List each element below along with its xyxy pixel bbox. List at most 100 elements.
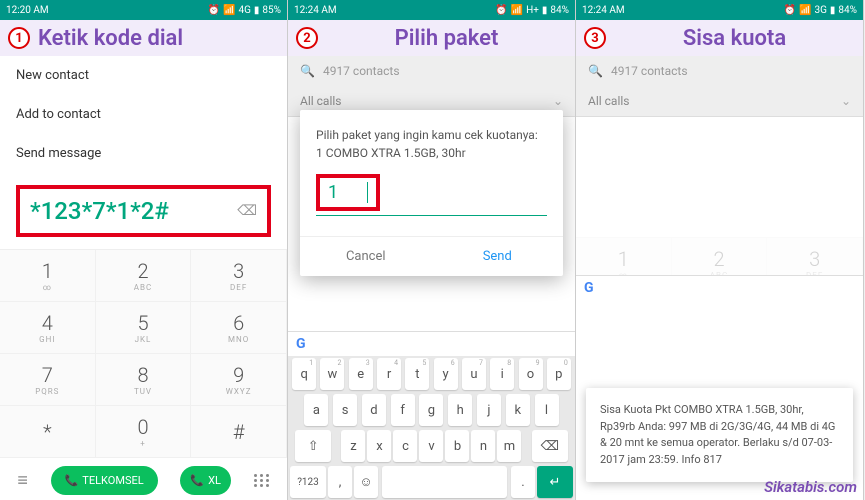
space-key[interactable] (382, 466, 507, 498)
key-c[interactable]: c (393, 430, 417, 462)
cancel-button[interactable]: Cancel (300, 237, 432, 276)
key-m[interactable]: m (497, 430, 521, 462)
key-r[interactable]: 4r (377, 358, 401, 390)
key-t[interactable]: 5t (405, 358, 429, 390)
network-label: 3G (814, 5, 826, 16)
dial-code: *123*7*1*2# (30, 197, 169, 225)
menu-add-contact[interactable]: Add to contact (0, 95, 287, 134)
key-l[interactable]: l (535, 394, 559, 426)
emoji-key[interactable]: ☺ (354, 466, 378, 498)
key-3[interactable]: 3DEF (191, 250, 287, 302)
search-icon: 🔍 (588, 64, 603, 78)
input-underline (316, 215, 547, 216)
alarm-icon: ⏰ (495, 5, 507, 16)
call-telkomsel-button[interactable]: 📞 TELKOMSEL (51, 466, 158, 495)
bottom-row: ≡ 📞 TELKOMSEL 📞 XL (0, 458, 287, 500)
key-d[interactable]: d (362, 394, 386, 426)
status-right: ⏰ 📶 4G ▮ 85% (208, 5, 281, 16)
battery-icon: ▮ (254, 5, 260, 16)
status-time: 12:20 AM (6, 5, 49, 16)
dialpad-toggle-icon[interactable] (254, 474, 270, 487)
battery-label: 85% (262, 5, 281, 16)
network-label: 4G (238, 5, 250, 16)
backspace-icon[interactable]: ⌫ (237, 203, 257, 219)
google-logo-icon: G (584, 280, 594, 296)
backspace-key[interactable]: ⌫ (532, 430, 568, 462)
title-text: Pilih paket (326, 26, 567, 51)
key-8[interactable]: 8TUV (96, 354, 192, 406)
filter-row[interactable]: All calls ⌄ (576, 86, 863, 117)
status-right: ⏰ 📶 H+ ▮ 84% (495, 5, 569, 16)
key-e[interactable]: 3e (349, 358, 373, 390)
battery-icon: ▮ (542, 5, 548, 16)
key-s[interactable]: s (333, 394, 357, 426)
key-0[interactable]: 0+ (96, 406, 192, 458)
status-time: 12:24 AM (582, 5, 625, 16)
key-*[interactable]: * (0, 406, 96, 458)
alarm-icon: ⏰ (784, 5, 796, 16)
panel-pilih-paket: 12:24 AM ⏰ 📶 H+ ▮ 84% 2 Pilih paket 🔍 49… (288, 0, 576, 500)
menu-icon[interactable]: ≡ (17, 470, 28, 491)
period-key[interactable]: . (511, 466, 535, 498)
key-y[interactable]: 6y (434, 358, 458, 390)
key-4[interactable]: 4GHI (0, 302, 96, 354)
menu-new-contact[interactable]: New contact (0, 56, 287, 95)
google-logo-icon: G (296, 336, 306, 352)
key-z[interactable]: z (341, 430, 365, 462)
send-button[interactable]: Send (432, 237, 564, 276)
dial-display: *123*7*1*2# ⌫ (16, 185, 271, 237)
key-o[interactable]: 9o (519, 358, 543, 390)
key-q[interactable]: 1q (292, 358, 316, 390)
status-time: 12:24 AM (294, 5, 337, 16)
key-v[interactable]: v (419, 430, 443, 462)
comma-key[interactable]: , (328, 466, 352, 498)
panel-sisa-kuota: 12:24 AM ⏰ 📶 3G ▮ 84% 3 Sisa kuota 🔍 491… (576, 0, 864, 500)
signal-icon: 📶 (511, 5, 523, 16)
key-w[interactable]: 2w (320, 358, 344, 390)
key-a[interactable]: a (304, 394, 328, 426)
key-5[interactable]: 5JKL (96, 302, 192, 354)
panel-dial: 12:20 AM ⏰ 📶 4G ▮ 85% 1 Ketik kode dial … (0, 0, 288, 500)
keypad: 1∞2ABC3DEF 4GHI5JKL6MNO 7PQRS8TUV9WXYZ *0+# (0, 249, 287, 458)
key-u[interactable]: 7u (462, 358, 486, 390)
key-i[interactable]: 8i (490, 358, 514, 390)
dialog-buttons: Cancel Send (300, 236, 563, 276)
key-9[interactable]: 9WXYZ (191, 354, 287, 406)
call-xl-button[interactable]: 📞 XL (180, 466, 231, 495)
key-p[interactable]: 0p (547, 358, 571, 390)
menu-send-message[interactable]: Send message (0, 134, 287, 173)
shift-key[interactable]: ⇧ (295, 430, 331, 462)
key-6[interactable]: 6MNO (191, 302, 287, 354)
chevron-down-icon: ⌄ (553, 94, 563, 108)
title-bar: 2 Pilih paket (288, 20, 575, 56)
key-f[interactable]: f (391, 394, 415, 426)
signal-icon: 📶 (799, 5, 811, 16)
ussd-result-toast: Sisa Kuota Pkt COMBO XTRA 1.5GB, 30hr, R… (586, 388, 853, 482)
key-b[interactable]: b (445, 430, 469, 462)
key-7[interactable]: 7PQRS (0, 354, 96, 406)
key-x[interactable]: x (367, 430, 391, 462)
search-row[interactable]: 🔍 4917 contacts (288, 56, 575, 86)
step-badge: 2 (296, 27, 318, 49)
watermark: Sikatabis.com (764, 478, 857, 496)
search-placeholder: 4917 contacts (323, 64, 400, 78)
key-2[interactable]: 2ABC (96, 250, 192, 302)
symbols-key[interactable]: ?123 (290, 466, 326, 498)
key-g[interactable]: g (419, 394, 443, 426)
search-row[interactable]: 🔍 4917 contacts (576, 56, 863, 86)
key-k[interactable]: k (506, 394, 530, 426)
title-text: Sisa kuota (614, 26, 855, 51)
key-n[interactable]: n (471, 430, 495, 462)
key-1[interactable]: 1∞ (0, 250, 96, 302)
ussd-dialog: Pilih paket yang ingin kamu cek kuotanya… (300, 110, 563, 276)
filter-label: All calls (300, 94, 341, 108)
ussd-input[interactable] (328, 182, 368, 203)
enter-key[interactable]: ↵ (537, 466, 573, 498)
status-bar: 12:20 AM ⏰ 📶 4G ▮ 85% (0, 0, 287, 20)
status-right: ⏰ 📶 3G ▮ 84% (784, 5, 857, 16)
phone-icon: 📞 (190, 474, 204, 487)
key-#[interactable]: # (191, 406, 287, 458)
key-h[interactable]: h (448, 394, 472, 426)
key-j[interactable]: j (477, 394, 501, 426)
title-bar: 1 Ketik kode dial (0, 20, 287, 56)
